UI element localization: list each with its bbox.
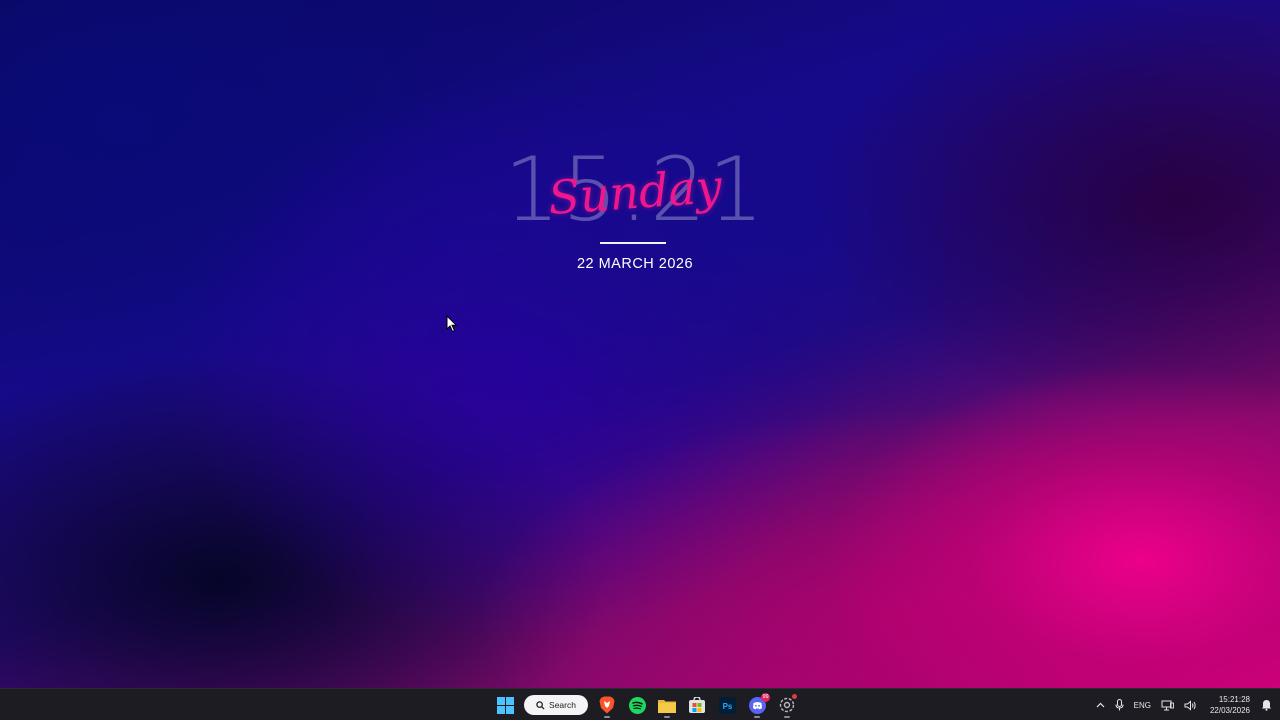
clock-divider bbox=[600, 242, 666, 244]
settings-icon bbox=[779, 697, 795, 713]
language-indicator[interactable]: ENG bbox=[1129, 692, 1156, 718]
svg-text:Ps: Ps bbox=[722, 702, 732, 711]
notifications-button[interactable] bbox=[1256, 692, 1280, 718]
taskbar-app-file-explorer[interactable] bbox=[654, 692, 680, 718]
running-indicator bbox=[664, 716, 670, 718]
taskbar-app-photoshop[interactable]: Ps bbox=[714, 692, 740, 718]
speaker-icon bbox=[1184, 699, 1196, 711]
taskbar-app-spotify[interactable] bbox=[624, 692, 650, 718]
network-button[interactable] bbox=[1156, 692, 1179, 718]
volume-button[interactable] bbox=[1179, 692, 1202, 718]
taskbar-app-brave[interactable] bbox=[594, 692, 620, 718]
network-icon bbox=[1161, 700, 1174, 710]
search-icon bbox=[536, 700, 545, 710]
running-indicator bbox=[604, 716, 610, 718]
taskbar-app-settings[interactable] bbox=[774, 692, 800, 718]
taskbar-time: 15:21:28 bbox=[1218, 695, 1250, 704]
notification-dot bbox=[792, 694, 797, 699]
spotify-icon bbox=[628, 696, 646, 714]
taskbar-app-discord[interactable]: 99 bbox=[744, 692, 770, 718]
discord-badge: 99 bbox=[761, 693, 770, 702]
taskbar-app-store[interactable] bbox=[684, 692, 710, 718]
search-label: Search bbox=[549, 700, 576, 710]
clock-date: 22 MARCH 2026 bbox=[576, 256, 694, 272]
brave-icon bbox=[599, 696, 615, 714]
microphone-button[interactable] bbox=[1110, 692, 1129, 718]
microphone-icon bbox=[1115, 699, 1124, 711]
running-indicator bbox=[784, 716, 790, 718]
taskbar-clock[interactable]: 15:21:28 22/03/2026 bbox=[1202, 694, 1256, 716]
folder-icon bbox=[658, 699, 676, 713]
mouse-cursor-icon bbox=[446, 315, 458, 333]
taskbar: Search Ps 99 ENG 15:21:28 22/03/2026 bbox=[0, 688, 1280, 720]
start-button[interactable] bbox=[492, 692, 518, 718]
photoshop-icon: Ps bbox=[718, 696, 736, 714]
chevron-up-icon bbox=[1096, 702, 1105, 708]
store-icon bbox=[689, 697, 705, 713]
running-indicator bbox=[754, 716, 760, 718]
taskbar-search-button[interactable]: Search bbox=[524, 695, 588, 715]
show-hidden-icons-button[interactable] bbox=[1091, 692, 1110, 718]
taskbar-date: 22/03/2026 bbox=[1209, 706, 1250, 715]
clock-widget: 15.21 Sunday 22 MARCH 2026 bbox=[500, 140, 770, 290]
windows-logo-icon bbox=[496, 696, 514, 714]
taskbar-apps: Search Ps 99 bbox=[490, 689, 802, 721]
system-tray: ENG 15:21:28 22/03/2026 bbox=[1091, 689, 1280, 721]
desktop-wallpaper[interactable]: 15.21 Sunday 22 MARCH 2026 bbox=[0, 0, 1280, 688]
notification-bell-icon bbox=[1262, 700, 1271, 711]
